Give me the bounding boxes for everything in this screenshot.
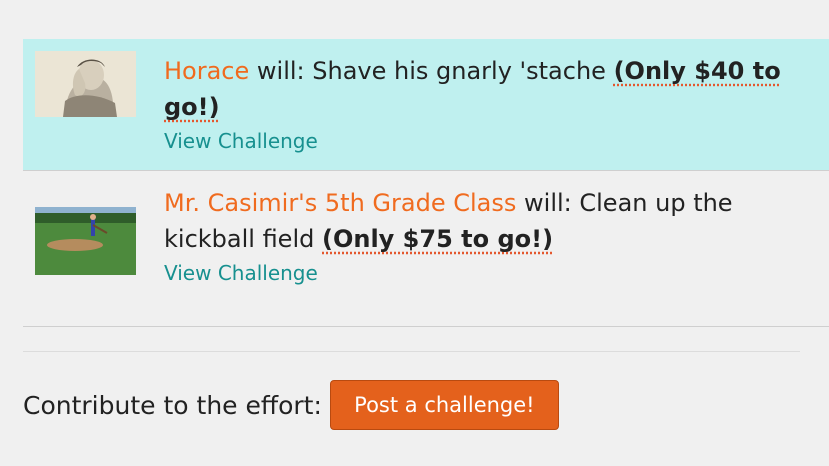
challenge-owner[interactable]: Mr. Casimir's 5th Grade Class [164,189,516,217]
challenge-list: Horace will: Shave his gnarly 'stache (O… [23,39,829,327]
challenge-thumbnail[interactable] [35,51,136,117]
challenge-text: Mr. Casimir's 5th Grade Class will: Clea… [164,185,789,286]
challenge-verb: will: [524,189,572,217]
view-challenge-link[interactable]: View Challenge [164,128,789,154]
section-divider [23,351,800,352]
challenge-remaining: (Only $75 to go!) [322,225,554,253]
challenge-task: Shave his gnarly 'stache [312,57,606,85]
contribute-row: Contribute to the effort: Post a challen… [23,380,559,430]
challenge-item-casimir: Mr. Casimir's 5th Grade Class will: Clea… [23,171,829,327]
challenge-thumbnail[interactable] [35,207,136,275]
post-challenge-button[interactable]: Post a challenge! [329,380,559,430]
challenge-item-horace: Horace will: Shave his gnarly 'stache (O… [23,39,829,171]
challenge-owner[interactable]: Horace [164,57,249,85]
challenge-text: Horace will: Shave his gnarly 'stache (O… [164,53,789,154]
challenge-verb: will: [256,57,305,85]
contribute-label: Contribute to the effort: [23,390,322,420]
view-challenge-link[interactable]: View Challenge [164,260,789,286]
man-portrait-photo-icon [35,51,136,117]
kickball-field-photo-icon [35,207,136,275]
